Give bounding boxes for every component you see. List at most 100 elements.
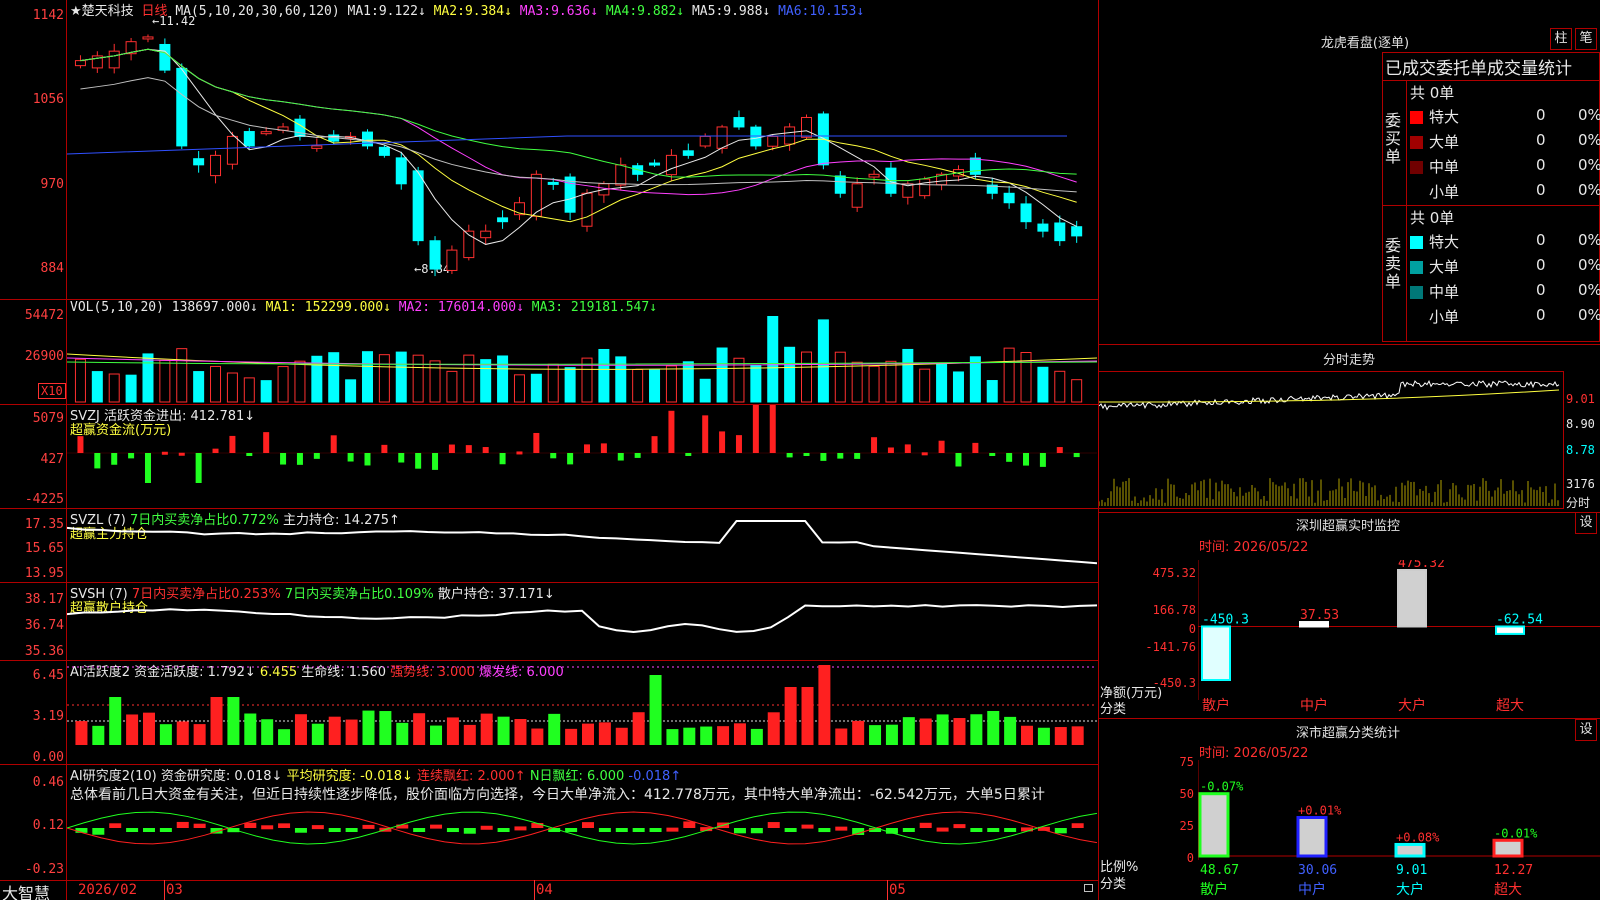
- flow-bar: [685, 453, 692, 456]
- research-bar: [328, 828, 341, 832]
- research-bar: [311, 825, 324, 830]
- flow-bar: [820, 453, 827, 461]
- flow-bar: [786, 453, 793, 458]
- bar-mode-button[interactable]: 柱: [1550, 28, 1572, 50]
- activity-bar: [193, 724, 206, 745]
- stats-bar: [1394, 842, 1426, 858]
- activity-bar: [126, 714, 139, 745]
- monitor-xlabel: 分类: [1100, 702, 1127, 717]
- ai-research-chart[interactable]: [67, 800, 1097, 880]
- vol-ma1: MA1: 152299.000↓: [265, 300, 391, 315]
- monitor-bar: [1495, 625, 1525, 635]
- volume-bar: [176, 348, 188, 403]
- candle-body: [750, 126, 762, 147]
- fund-flow-chart[interactable]: [67, 405, 1097, 508]
- retail-position-chart[interactable]: [67, 583, 1097, 660]
- volume-bar: [1071, 379, 1083, 403]
- research-bar: [852, 828, 865, 835]
- row-percent: 0%: [1578, 256, 1600, 274]
- fenshi-axis-4: 3176: [1566, 477, 1595, 491]
- stats-xlabel: 分类: [1100, 877, 1127, 892]
- stats-bar-chart[interactable]: -0.07% 48.67 散户 +0.01% 30.06 中户 +0.08% 9.01 大户 -0…: [1198, 760, 1600, 900]
- flow-bar: [533, 432, 540, 453]
- volume-bar: [294, 360, 306, 403]
- research-bar: [480, 825, 493, 830]
- stats-category-label: 散户: [1200, 881, 1228, 898]
- price-candlestick-chart[interactable]: [67, 14, 1097, 298]
- volume-bar: [243, 377, 255, 403]
- research-bar: [649, 828, 662, 832]
- ai-activity-chart[interactable]: [67, 661, 1097, 764]
- candle-body: [446, 249, 458, 271]
- row-name: 中单: [1429, 283, 1460, 301]
- row-name: 小单: [1429, 183, 1460, 201]
- tick-mode-button[interactable]: 笔: [1575, 28, 1597, 50]
- volume-bar: [74, 358, 86, 403]
- ai2-axis-1: 6.45: [32, 668, 64, 683]
- activity-bar: [666, 729, 679, 745]
- monitor-value-label: -62.54: [1496, 612, 1543, 627]
- lock-icon[interactable]: [1084, 884, 1093, 892]
- aires-axis-2: 0.12: [32, 818, 64, 833]
- color-swatch: [1410, 111, 1423, 124]
- svzj-axis-3: -4225: [24, 492, 64, 507]
- flow-bar: [1006, 453, 1013, 462]
- price-axis-4: 884: [40, 261, 64, 276]
- research-bar: [294, 828, 307, 833]
- intraday-chart[interactable]: [1099, 372, 1563, 508]
- monitor-title: 深圳超赢实时监控: [1295, 519, 1400, 534]
- candle-body: [682, 150, 694, 156]
- research-bar: [1054, 828, 1067, 834]
- monitor-settings-button[interactable]: 设: [1575, 512, 1597, 534]
- activity-bar: [92, 725, 105, 745]
- research-bar: [818, 828, 831, 833]
- color-swatch: [1410, 261, 1423, 274]
- sell-total: 共 0单: [1410, 209, 1455, 227]
- stats-axis-1: 75: [1179, 755, 1194, 769]
- flow-bar: [161, 451, 168, 455]
- activity-bar: [835, 728, 848, 745]
- volume-bar: [817, 319, 829, 403]
- row-value: 0: [1536, 156, 1546, 174]
- fenshi-axis-5: 分时: [1566, 496, 1591, 510]
- row-value: 0: [1536, 181, 1546, 199]
- volume-bar: [547, 363, 559, 403]
- candle-body: [851, 183, 863, 208]
- research-bar: [362, 824, 375, 829]
- flow-bar: [617, 453, 624, 461]
- row-name: 特大: [1429, 108, 1460, 126]
- research-bar: [733, 828, 746, 834]
- flow-bar: [381, 444, 388, 453]
- volume-bar: [480, 359, 492, 403]
- volume-bar: [446, 370, 458, 403]
- monitor-bar-chart[interactable]: -450.3 散户 37.53 中户 475.32 大户 -62.54 超大: [1198, 560, 1600, 715]
- stats-settings-button[interactable]: 设: [1575, 719, 1597, 741]
- aires-red-streak: 连续飘红: 2.000↑: [417, 769, 526, 784]
- volume-bar: [986, 380, 998, 403]
- activity-bar: [970, 714, 983, 745]
- candle-body: [497, 217, 509, 223]
- volume-bar: [91, 371, 103, 403]
- svsh-axis-2: 36.74: [24, 618, 64, 633]
- row-percent: 0%: [1578, 231, 1600, 249]
- candle-body: [1020, 203, 1032, 223]
- volume-bar: [497, 355, 509, 403]
- monitor-category-label: 超大: [1496, 698, 1524, 714]
- activity-bar: [885, 724, 898, 745]
- flow-bar: [921, 452, 928, 456]
- row-name: 特大: [1429, 233, 1460, 251]
- price-axis-3: 970: [40, 177, 64, 192]
- buy-row-1: 大单 0 0%: [1410, 131, 1600, 153]
- main-force-position-chart[interactable]: [67, 509, 1097, 582]
- flow-bar: [128, 453, 135, 459]
- volume-chart[interactable]: [67, 316, 1097, 404]
- row-percent: 0%: [1578, 306, 1600, 324]
- vol-axis-1: 54472: [24, 308, 64, 323]
- aires-research: 资金研究度: 0.018↓: [160, 769, 283, 784]
- ai2-axis-3: 0.00: [32, 750, 64, 765]
- flow-bar: [212, 448, 219, 453]
- research-bar: [767, 822, 780, 828]
- monitor-axis-3: 0: [1188, 622, 1196, 636]
- activity-bar: [413, 713, 426, 745]
- research-bar: [430, 824, 443, 829]
